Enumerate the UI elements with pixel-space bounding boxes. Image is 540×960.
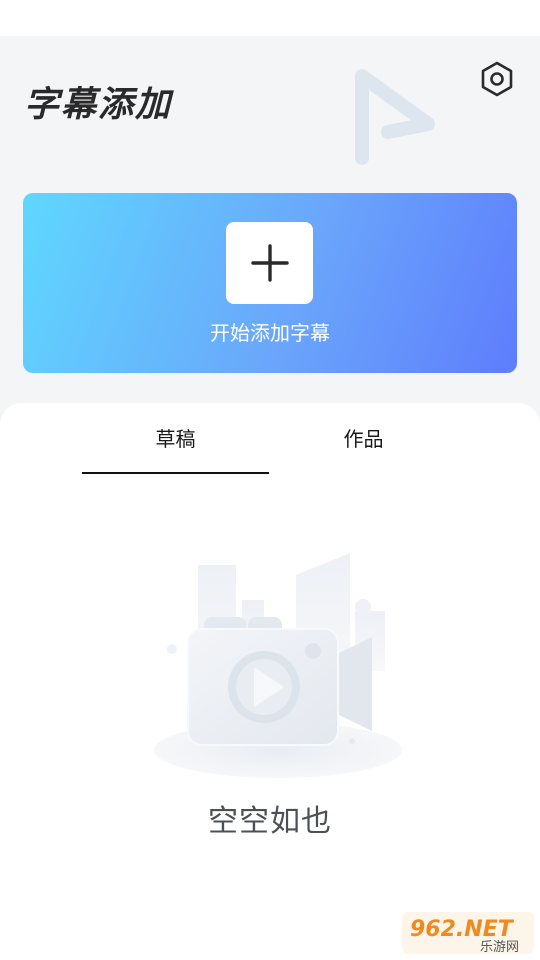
page-title: 字幕添加 [24, 85, 173, 125]
add-subtitle-label: 开始添加字幕 [210, 321, 330, 345]
add-subtitle-card[interactable]: 开始添加字幕 [23, 193, 517, 373]
watermark-logo: 962.NET 乐游网 [402, 912, 534, 955]
hexagon-gear-icon [481, 61, 513, 97]
plus-icon [250, 244, 289, 282]
header-logo-decoration [355, 69, 435, 165]
empty-state-text: 空空如也 [208, 804, 332, 839]
tab-works[interactable]: 作品 [270, 423, 457, 473]
tab-drafts[interactable]: 草稿 [82, 423, 269, 473]
add-button[interactable] [226, 222, 313, 304]
app-screen: 字幕添加 开始添加字幕 草稿 作品 空空如也 962.NET 乐游网 [0, 0, 540, 960]
svg-text:乐游网: 乐游网 [480, 940, 519, 955]
empty-camera-illustration [154, 553, 402, 778]
status-bar [0, 0, 540, 36]
active-tab-indicator [82, 472, 269, 474]
svg-text:962.NET: 962.NET [410, 917, 515, 942]
settings-button[interactable] [476, 58, 518, 100]
